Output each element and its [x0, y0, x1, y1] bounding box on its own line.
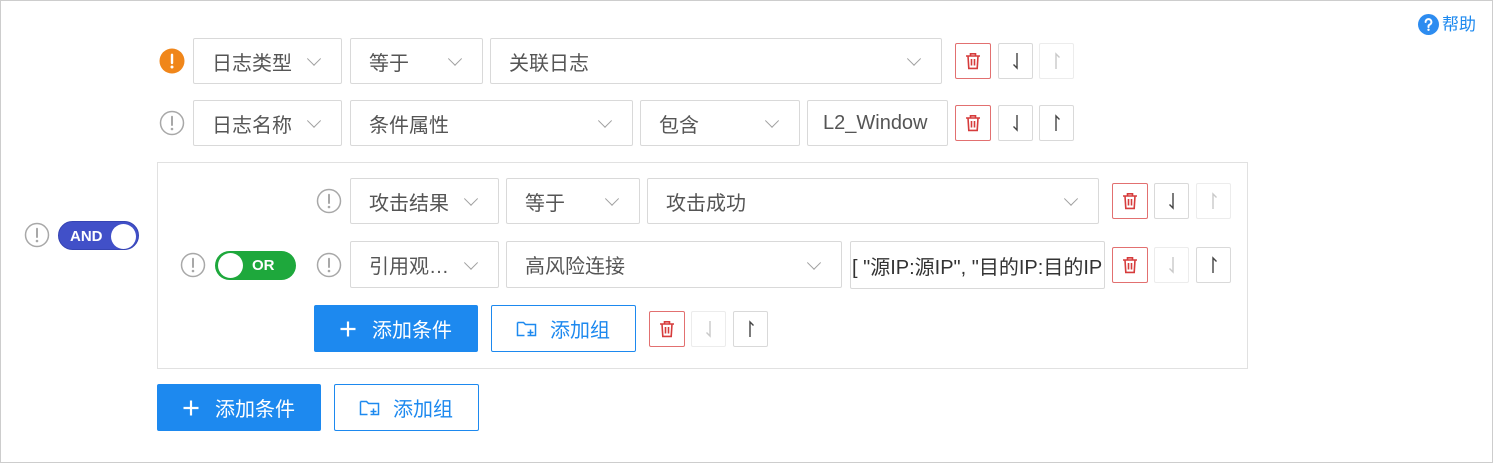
move-up-button[interactable] [1039, 105, 1074, 141]
help-link[interactable]: 帮助 [1418, 13, 1476, 36]
field-select-value: 攻击结果 [369, 192, 449, 215]
exclamation-circle-icon [316, 188, 342, 214]
arrow-down-icon [1012, 115, 1018, 132]
chevron-down-icon [306, 51, 322, 66]
chevron-down-icon [1063, 191, 1079, 206]
move-up-button[interactable] [1039, 43, 1074, 79]
value-select-value: 关联日志 [509, 52, 589, 75]
rule-builder-panel: 帮助 AND 日志类型 等于 关联日志 日志名称 条件属性 包含 L2_Wind… [0, 0, 1493, 463]
add-group-label: 添加组 [393, 399, 453, 421]
delete-condition-button[interactable] [955, 43, 991, 79]
value-select[interactable]: 攻击成功 [647, 178, 1099, 224]
arrow-up-icon [1054, 52, 1060, 69]
delete-group-button[interactable] [649, 311, 685, 347]
toggle-knob [111, 224, 136, 249]
exclamation-circle-icon [159, 110, 185, 136]
field-select[interactable]: 攻击结果 [350, 178, 499, 224]
condition-row: 攻击结果 等于 攻击成功 [158, 178, 1247, 224]
arrow-down-icon [1168, 257, 1174, 274]
field-select[interactable]: 引用观… [350, 241, 499, 288]
operator-select[interactable]: 等于 [350, 38, 483, 84]
arrow-down-icon [1012, 53, 1018, 70]
add-group-label: 添加组 [550, 320, 610, 342]
trash-icon [966, 115, 980, 132]
question-circle-icon [1418, 14, 1439, 35]
operator-select[interactable]: 等于 [506, 178, 640, 224]
reference-select-value: 高风险连接 [525, 256, 625, 278]
move-down-button[interactable] [1154, 247, 1189, 283]
move-down-button[interactable] [998, 43, 1033, 79]
move-up-button[interactable] [1196, 183, 1231, 219]
chevron-down-icon [764, 113, 780, 128]
field-select-value: 日志名称 [212, 114, 292, 137]
trash-icon [966, 53, 980, 70]
move-down-button[interactable] [1154, 183, 1189, 219]
plus-icon [339, 320, 357, 338]
reference-select[interactable]: 高风险连接 [506, 241, 842, 288]
field-select-value: 日志类型 [212, 52, 292, 75]
condition-group: OR 攻击结果 等于 攻击成功 引用观… 高风险连接 ["源IP:源IP", … [157, 162, 1248, 369]
value-input[interactable] [807, 100, 948, 146]
toggle-label: AND [70, 228, 103, 245]
field-select-value: 引用观… [369, 256, 449, 278]
delete-condition-button[interactable] [955, 105, 991, 141]
add-condition-button[interactable]: 添加条件 [157, 384, 321, 431]
help-label: 帮助 [1442, 14, 1476, 34]
and-or-toggle[interactable]: AND [58, 221, 139, 250]
arrow-down-icon [705, 321, 711, 338]
trash-icon [1123, 193, 1137, 210]
add-condition-label: 添加条件 [215, 399, 295, 421]
root-actions: 添加条件 添加组 [1, 384, 1492, 431]
chevron-down-icon [447, 51, 463, 66]
operator-select-value: 等于 [525, 192, 565, 215]
group-actions: 添加条件 添加组 [158, 305, 1247, 352]
attribute-select[interactable]: 条件属性 [350, 100, 633, 146]
chevron-down-icon [806, 255, 822, 270]
folder-plus-icon [359, 399, 381, 417]
arrow-up-icon [1054, 114, 1060, 131]
move-group-up-button[interactable] [733, 311, 768, 347]
add-group-button[interactable]: 添加组 [334, 384, 479, 431]
field-select[interactable]: 日志名称 [193, 100, 342, 146]
attribute-select-value: 条件属性 [369, 114, 449, 137]
delete-condition-button[interactable] [1112, 183, 1148, 219]
chevron-down-icon [463, 191, 479, 206]
arrow-up-icon [748, 320, 754, 337]
move-down-button[interactable] [998, 105, 1033, 141]
condition-row: 引用观… 高风险连接 [158, 241, 1247, 289]
trash-icon [1123, 257, 1137, 274]
arrow-up-icon [1211, 192, 1217, 209]
value-select[interactable]: 关联日志 [490, 38, 942, 84]
chevron-down-icon [604, 191, 620, 206]
exclamation-circle-icon [316, 252, 342, 278]
operator-select[interactable]: 包含 [640, 100, 800, 146]
arrow-up-icon [1211, 256, 1217, 273]
condition-row: 日志类型 等于 关联日志 [1, 38, 1492, 84]
operator-select-value: 包含 [659, 114, 699, 137]
exclamation-circle-icon [24, 222, 50, 248]
add-condition-label: 添加条件 [372, 320, 452, 342]
add-group-button[interactable]: 添加组 [491, 305, 636, 352]
chevron-down-icon [597, 113, 613, 128]
plus-icon [182, 399, 200, 417]
move-group-down-button[interactable] [691, 311, 726, 347]
folder-plus-icon [516, 320, 538, 338]
chevron-down-icon [906, 51, 922, 66]
warning-filled-icon [159, 48, 185, 74]
chevron-down-icon [463, 255, 479, 270]
add-condition-button[interactable]: 添加条件 [314, 305, 478, 352]
operator-select-value: 等于 [369, 52, 409, 75]
arrow-down-icon [1168, 193, 1174, 210]
chevron-down-icon [306, 113, 322, 128]
field-select[interactable]: 日志类型 [193, 38, 342, 84]
value-select-value: 攻击成功 [666, 192, 746, 215]
value-input[interactable] [850, 241, 1105, 289]
delete-condition-button[interactable] [1112, 247, 1148, 283]
move-up-button[interactable] [1196, 247, 1231, 283]
condition-row: 日志名称 条件属性 包含 [1, 100, 1492, 146]
trash-icon [660, 321, 674, 338]
